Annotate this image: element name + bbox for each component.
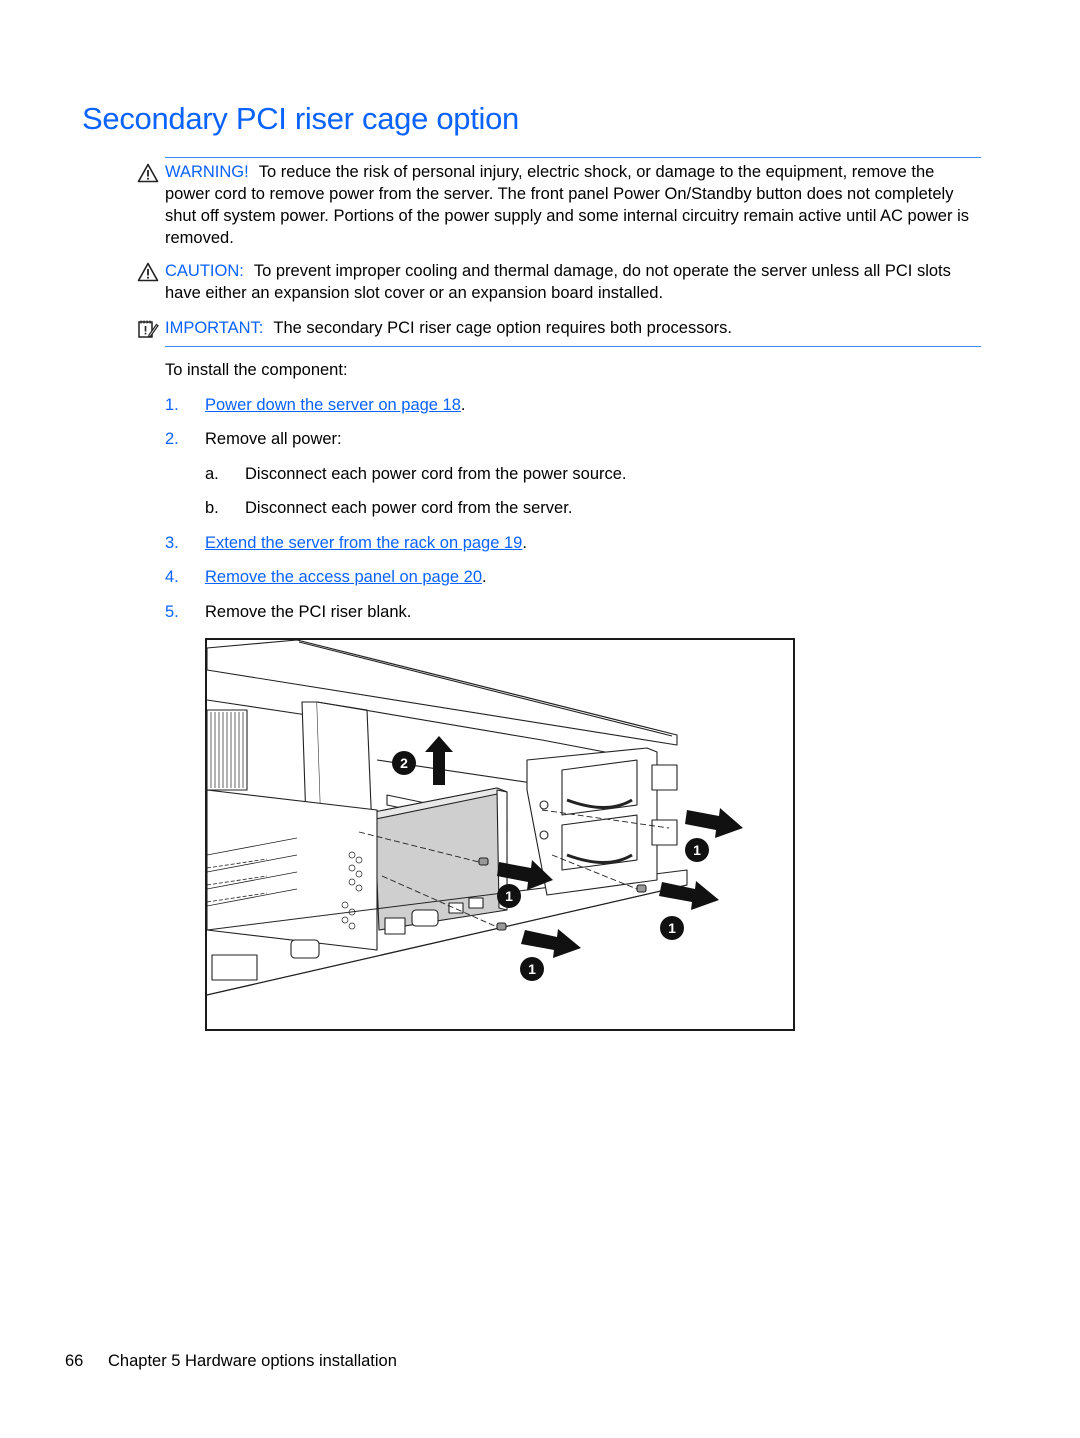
notepad-pencil-icon [137,319,159,339]
caution-triangle-icon [137,262,159,282]
svg-text:1: 1 [693,842,701,858]
svg-text:2: 2 [400,755,408,771]
callout-1: 1 [660,916,684,940]
lift-arrow [425,736,453,785]
remove-arrow [685,808,743,838]
power-down-link[interactable]: Power down the server on page 18 [205,396,461,414]
warning-label: WARNING! [165,163,249,181]
warning-notice: WARNING! To reduce the risk of personal i… [137,161,980,249]
svg-text:1: 1 [668,920,676,936]
callout-1: 1 [685,838,709,862]
step-number: 4. [165,568,179,586]
caution-text: To prevent improper cooling and thermal … [165,262,951,302]
substep-label: b. [205,499,219,517]
riser-removal-illustration: 2 1 1 1 1 [205,638,795,1031]
caution-label: CAUTION: [165,262,244,280]
procedure-intro: To install the component: [165,361,348,379]
warning-triangle-icon [137,163,159,183]
step-number: 2. [165,430,179,448]
substep-text: Disconnect each power cord from the serv… [245,499,573,517]
substep-text: Disconnect each power cord from the powe… [245,465,627,483]
remove-arrow [521,929,581,958]
notice-top-rule [165,157,981,158]
step-text: Remove the PCI riser blank. [205,603,412,621]
important-notice: IMPORTANT: The secondary PCI riser cage o… [138,317,980,339]
step-number: 1. [165,396,179,414]
step-number: 5. [165,603,179,621]
remove-arrow [659,881,719,910]
power-supplies [526,747,678,896]
notice-bottom-rule [165,346,981,347]
remove-access-panel-link[interactable]: Remove the access panel on page 20 [205,568,482,586]
callout-1: 1 [520,957,544,981]
page-number: 66 [65,1352,84,1370]
substep-label: a. [205,465,219,483]
step-suffix: . [482,568,487,586]
step-suffix: . [460,396,466,414]
caution-notice: CAUTION: To prevent improper cooling and … [137,260,980,304]
step-number: 3. [165,534,179,552]
page-title: Secondary PCI riser cage option [82,101,519,136]
callout-1: 1 [497,884,521,908]
rear-panel [207,789,378,951]
step-text: Remove all power: [205,430,342,448]
svg-text:1: 1 [505,888,513,904]
callout-2: 2 [392,751,416,775]
svg-text:1: 1 [528,961,536,977]
important-text: The secondary PCI riser cage option requ… [273,319,732,337]
chapter-title: Chapter 5 Hardware options installation [108,1352,397,1370]
extend-server-link[interactable]: Extend the server from the rack on page … [205,534,522,552]
server-drawing: 2 1 1 1 1 [207,640,743,996]
step-suffix: . [522,534,527,552]
warning-text: To reduce the risk of personal injury, e… [165,163,969,247]
chassis-top [207,640,678,746]
heatsink [207,709,248,791]
important-label: IMPORTANT: [165,319,264,337]
